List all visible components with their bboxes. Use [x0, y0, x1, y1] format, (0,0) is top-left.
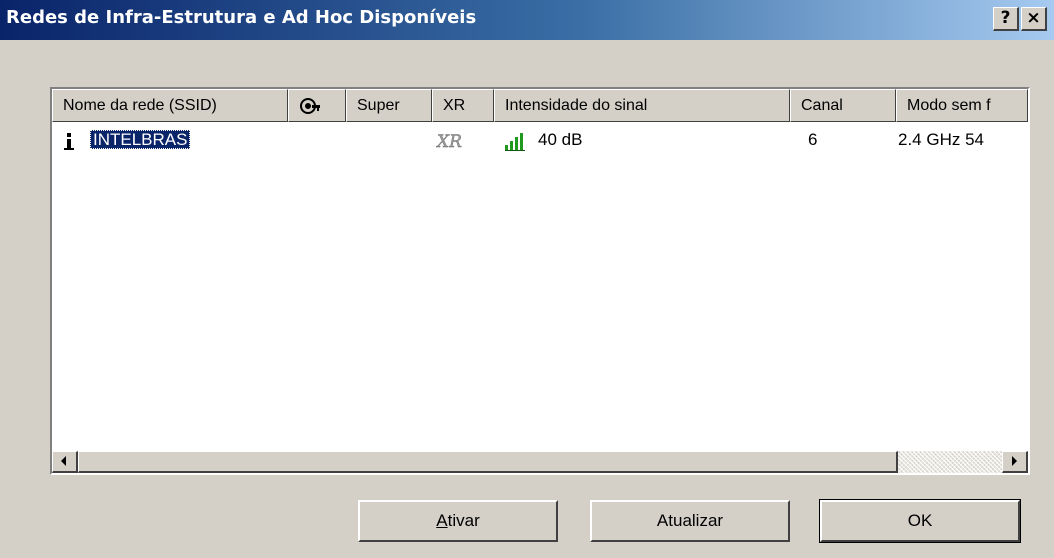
list-header: Nome da rede (SSID) Super XR Intensidade… — [52, 89, 1028, 122]
ok-button[interactable]: OK — [819, 499, 1021, 543]
signal-value: 40 dB — [538, 130, 583, 149]
network-list[interactable]: Nome da rede (SSID) Super XR Intensidade… — [50, 87, 1030, 475]
title-bar[interactable]: Redes de Infra-Estrutura e Ad Hoc Dispon… — [0, 0, 1054, 40]
scroll-left-button[interactable] — [52, 451, 78, 473]
mode-value: 2.4 GHz 54 — [898, 130, 984, 149]
column-header-mode[interactable]: Modo sem f — [896, 89, 1028, 122]
help-button[interactable]: ? — [993, 7, 1019, 31]
xr-icon: XR — [435, 126, 463, 154]
scroll-right-button[interactable] — [1002, 451, 1028, 473]
column-header-super[interactable]: Super — [346, 89, 432, 122]
column-header-xr[interactable]: XR — [432, 89, 494, 122]
column-header-ssid[interactable]: Nome da rede (SSID) — [52, 89, 288, 122]
column-header-channel[interactable]: Canal — [790, 89, 896, 122]
scroll-thumb[interactable] — [78, 451, 898, 473]
list-item[interactable]: INTELBRAS XR 40 dB 6 2.4 GHz 54 — [52, 126, 1028, 154]
security-key-icon — [300, 97, 320, 114]
activate-label: tivar — [447, 511, 480, 530]
access-point-icon — [62, 126, 76, 154]
channel-value: 6 — [808, 130, 818, 149]
close-button[interactable]: × — [1021, 7, 1047, 31]
column-header-signal[interactable]: Intensidade do sinal — [494, 89, 790, 122]
ssid-label: INTELBRAS — [90, 130, 191, 149]
signal-bars-icon — [504, 126, 528, 154]
column-header-security[interactable] — [288, 89, 346, 122]
horizontal-scrollbar[interactable] — [52, 451, 1028, 473]
window-title: Redes de Infra-Estrutura e Ad Hoc Dispon… — [6, 7, 477, 28]
xr-icon-text: XR — [436, 132, 462, 152]
arrow-left-icon — [61, 456, 66, 466]
activate-mnemonic: A — [436, 511, 448, 530]
refresh-button[interactable]: Atualizar — [590, 500, 790, 542]
arrow-right-icon — [1012, 456, 1017, 466]
activate-button[interactable]: Ativar — [358, 500, 558, 542]
